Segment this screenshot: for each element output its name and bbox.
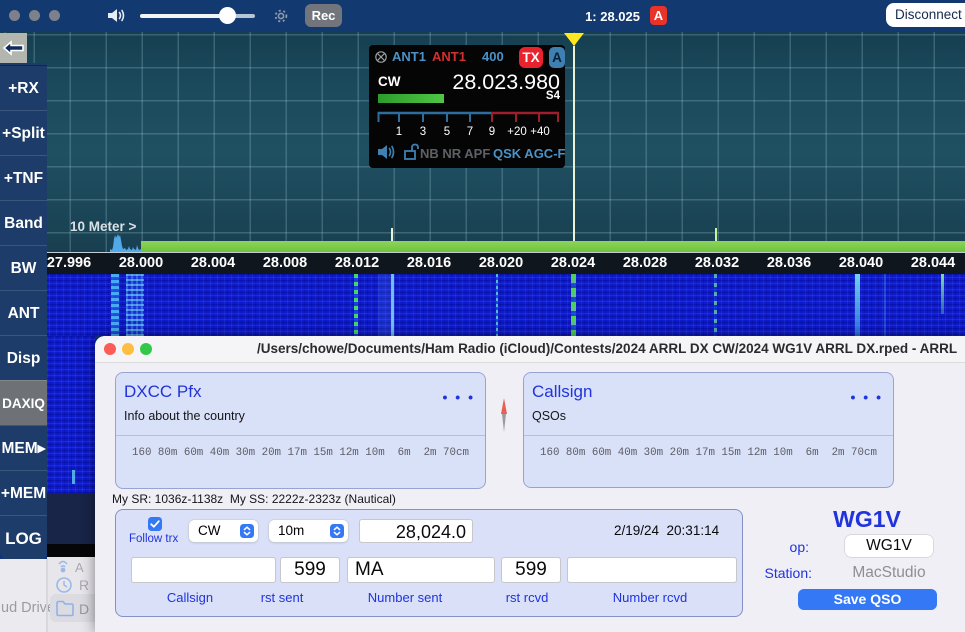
svg-text:R: R xyxy=(79,577,89,593)
svg-text:A: A xyxy=(75,560,84,574)
svg-text:D: D xyxy=(79,601,89,617)
